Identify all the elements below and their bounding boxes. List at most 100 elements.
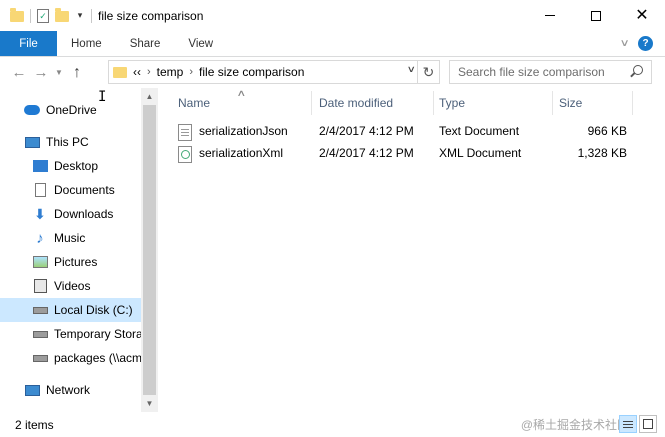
ribbon-tabs: File Home Share View ∨ ?	[0, 31, 665, 57]
text-file-icon	[178, 124, 192, 141]
forward-button[interactable]: →	[30, 62, 52, 84]
network-icon	[24, 382, 40, 398]
disk-icon	[32, 302, 48, 318]
recent-locations-dropdown-icon[interactable]: ▼	[52, 62, 66, 84]
file-list: ∧ Name Date modified Type Size serializa…	[158, 88, 665, 412]
column-header-type[interactable]: Type	[439, 91, 465, 115]
scrollbar-thumb[interactable]	[143, 105, 156, 395]
folder-icon	[113, 66, 127, 78]
sidebar-item-this-pc[interactable]: This PC	[0, 130, 141, 154]
text-cursor-icon: I	[98, 89, 107, 105]
sidebar-item-label: Local Disk (C:)	[54, 303, 133, 317]
videos-icon	[32, 278, 48, 294]
documents-icon	[32, 182, 48, 198]
properties-icon[interactable]: ✓	[37, 8, 49, 23]
sidebar-item-onedrive[interactable]: OneDrive	[0, 98, 141, 122]
help-icon[interactable]: ?	[638, 36, 653, 51]
refresh-button[interactable]: ↻	[417, 61, 439, 83]
scroll-down-icon[interactable]: ▼	[141, 395, 158, 412]
item-count: 2 items	[15, 417, 54, 432]
column-header-size[interactable]: Size	[559, 91, 582, 115]
search-input[interactable]: Search file size comparison	[449, 60, 652, 84]
file-type: Text Document	[439, 124, 520, 138]
details-view-icon	[623, 423, 633, 425]
file-name: serializationXml	[199, 146, 284, 160]
title-bar: ✓ ▾ file size comparison ✕	[0, 0, 665, 31]
sidebar-item-local-disk[interactable]: Local Disk (C:)	[0, 298, 141, 322]
status-bar: 2 items @稀土掘金技术社区	[0, 412, 665, 437]
sidebar-item-documents[interactable]: Documents	[0, 178, 141, 202]
sidebar-item-label: packages (\\acm	[54, 351, 141, 365]
sidebar-item-label: Desktop	[54, 159, 99, 173]
sidebar-item-label: Downloads	[54, 207, 114, 221]
tab-file[interactable]: File	[0, 31, 57, 56]
pc-icon	[24, 134, 40, 150]
column-divider[interactable]	[433, 91, 434, 115]
sidebar-scrollbar[interactable]: ▲ ▼	[141, 88, 158, 412]
sidebar-item-pictures[interactable]: Pictures	[0, 250, 141, 274]
desktop-icon	[32, 158, 48, 174]
xml-file-icon	[178, 146, 192, 163]
sidebar-item-label: Network	[46, 383, 91, 397]
view-switcher	[619, 415, 657, 433]
minimize-icon	[545, 15, 555, 16]
details-view-button[interactable]	[619, 415, 637, 433]
sidebar-item-videos[interactable]: Videos	[0, 274, 141, 298]
maximize-button[interactable]	[573, 0, 619, 31]
sidebar-item-label: Documents	[54, 183, 115, 197]
file-size: 966 KB	[587, 124, 627, 138]
downloads-icon: ⬇	[34, 205, 46, 222]
folder-icon	[10, 8, 24, 22]
column-divider[interactable]	[311, 91, 312, 115]
separator	[30, 8, 31, 23]
tab-share[interactable]: Share	[116, 31, 175, 56]
address-dropdown-icon[interactable]: ∨	[407, 64, 416, 75]
tab-view[interactable]: View	[174, 31, 227, 56]
column-divider[interactable]	[552, 91, 553, 115]
sidebar-item-temporary-storage[interactable]: Temporary Stora	[0, 322, 141, 346]
file-row[interactable]: serializationJson 2/4/2017 4:12 PM Text …	[174, 120, 644, 142]
column-header-date-modified[interactable]: Date modified	[319, 91, 393, 115]
sidebar-item-label: Videos	[54, 279, 91, 293]
new-folder-icon[interactable]	[55, 8, 69, 22]
sidebar-item-label: Temporary Stora	[54, 327, 141, 341]
sidebar-item-music[interactable]: ♪ Music	[0, 226, 141, 250]
maximize-icon	[591, 10, 601, 21]
file-size: 1,328 KB	[577, 146, 627, 160]
large-icons-view-button[interactable]	[639, 415, 657, 433]
breadcrumb-overflow[interactable]: ‹‹	[133, 65, 141, 79]
column-divider[interactable]	[632, 91, 633, 115]
sidebar-item-label: Music	[54, 231, 86, 245]
close-button[interactable]: ✕	[619, 0, 665, 31]
chevron-right-icon[interactable]: ›	[147, 66, 151, 78]
window-title: file size comparison	[98, 8, 204, 23]
up-button[interactable]: ↑	[66, 62, 88, 84]
sidebar-item-label: This PC	[46, 135, 89, 149]
minimize-button[interactable]	[527, 0, 573, 31]
file-row[interactable]: serializationXml 2/4/2017 4:12 PM XML Do…	[174, 142, 644, 164]
file-date: 2/4/2017 4:12 PM	[319, 124, 414, 138]
back-button[interactable]: ←	[8, 62, 30, 84]
file-type: XML Document	[439, 146, 522, 160]
navigation-pane: OneDrive This PC Desktop Documents ⬇ Dow…	[0, 88, 158, 412]
column-header-name[interactable]: Name	[178, 91, 210, 115]
expand-ribbon-icon[interactable]: ∨	[619, 38, 629, 49]
large-icons-view-icon	[643, 419, 653, 429]
sidebar-item-label: OneDrive	[46, 103, 97, 117]
sidebar-item-desktop[interactable]: Desktop	[0, 154, 141, 178]
breadcrumb-temp[interactable]: temp	[157, 65, 184, 79]
chevron-right-icon[interactable]: ›	[189, 66, 193, 78]
file-date: 2/4/2017 4:12 PM	[319, 146, 414, 160]
tab-home[interactable]: Home	[57, 31, 116, 56]
breadcrumb-current[interactable]: file size comparison	[199, 65, 304, 79]
sidebar-item-downloads[interactable]: ⬇ Downloads	[0, 202, 141, 226]
onedrive-icon	[24, 102, 40, 118]
customize-qat-dropdown-icon[interactable]: ▾	[75, 10, 85, 21]
sidebar-item-packages[interactable]: packages (\\acm	[0, 346, 141, 370]
separator	[91, 8, 92, 23]
sidebar-item-network[interactable]: Network	[0, 378, 141, 402]
scroll-up-icon[interactable]: ▲	[141, 88, 158, 105]
file-name: serializationJson	[199, 124, 288, 138]
search-icon	[633, 65, 643, 75]
address-bar[interactable]: ‹‹ › temp › file size comparison ∨ ↻	[108, 60, 440, 84]
